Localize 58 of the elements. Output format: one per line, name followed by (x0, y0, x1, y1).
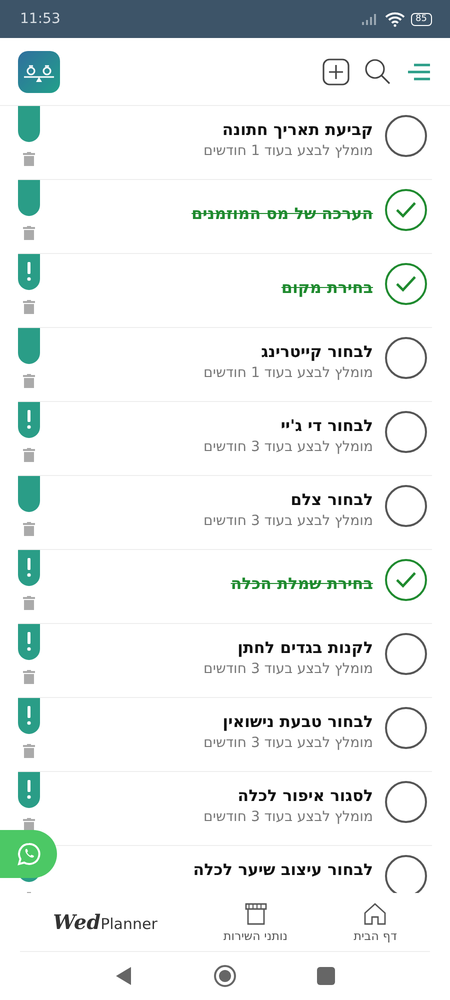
add-button[interactable] (322, 58, 350, 86)
delete-button[interactable] (23, 596, 35, 610)
home-icon (362, 901, 388, 927)
delete-button[interactable] (23, 448, 35, 462)
task-hint: מומלץ לבצע בעוד 3 חודשים (204, 661, 373, 677)
back-button[interactable] (115, 966, 133, 986)
task-checkbox[interactable] (385, 263, 427, 305)
search-button[interactable] (364, 58, 392, 86)
task-checkbox[interactable] (385, 115, 427, 157)
task-title: לבחור די ג'יי (280, 416, 373, 435)
battery-indicator: 85 (410, 12, 432, 26)
delete-button[interactable] (23, 744, 35, 758)
delete-button[interactable] (23, 300, 35, 314)
home-button[interactable] (213, 964, 237, 988)
clock: 11:53 (20, 11, 60, 27)
task-title: לבחור קייטרינג (261, 342, 373, 361)
brand-logo: WedPlanner (53, 910, 158, 934)
recents-button[interactable] (317, 967, 335, 985)
task-hint: מומלץ לבצע בעוד 3 חודשים (204, 809, 373, 825)
delete-button[interactable] (23, 226, 35, 240)
wifi-icon (384, 12, 405, 26)
task-hint: מומלץ לבצע בעוד 3 חודשים (204, 735, 373, 751)
task-title: הערכה של מס המוזמנים (192, 204, 373, 223)
task-hint: מומלץ לבצע בעוד 3 חודשים (204, 513, 373, 529)
check-icon (394, 274, 418, 294)
delete-button[interactable] (23, 152, 35, 166)
task-checkbox[interactable] (385, 189, 427, 231)
task-checkbox[interactable] (385, 485, 427, 527)
menu-button[interactable] (406, 62, 432, 82)
task-checkbox[interactable] (385, 781, 427, 823)
task-checkbox[interactable] (385, 411, 427, 453)
task-hint: מומלץ לבצע בעוד 1 חודשים (204, 143, 373, 159)
task-title: לקנות בגדים לחתן (237, 638, 373, 657)
task-checkbox[interactable] (385, 559, 427, 601)
delete-button[interactable] (23, 670, 35, 684)
task-title: לבחור צלם (290, 490, 373, 509)
task-title: קביעת תאריך חתונה (222, 120, 373, 139)
delete-button[interactable] (23, 522, 35, 536)
task-checkbox[interactable] (385, 633, 427, 675)
task-checkbox[interactable] (385, 855, 427, 893)
delete-button[interactable] (23, 374, 35, 388)
store-icon (242, 901, 268, 927)
chat-icon (16, 842, 40, 866)
nav-tab[interactable]: דף הבית (354, 901, 397, 943)
task-title: בחירת שמלת הכלה (230, 574, 373, 593)
task-hint: מומלץ לבצע בעוד 3 חודשים (204, 439, 373, 455)
task-checkbox[interactable] (385, 337, 427, 379)
check-icon (394, 570, 418, 590)
app-logo-icon (18, 50, 60, 92)
task-checkbox[interactable] (385, 707, 427, 749)
task-title: לבחור עיצוב שיער לכלה (193, 860, 373, 879)
task-hint: מומלץ לבצע בעוד 1 חודשים (204, 365, 373, 381)
check-icon (394, 200, 418, 220)
task-title: בחירת מקום (281, 278, 373, 297)
nav-tab[interactable]: נותני השירות (223, 901, 288, 943)
signal-icon (360, 13, 379, 25)
task-title: לסגור איפור לכלה (238, 786, 373, 805)
task-title: לבחור טבעת נישואין (222, 712, 373, 731)
